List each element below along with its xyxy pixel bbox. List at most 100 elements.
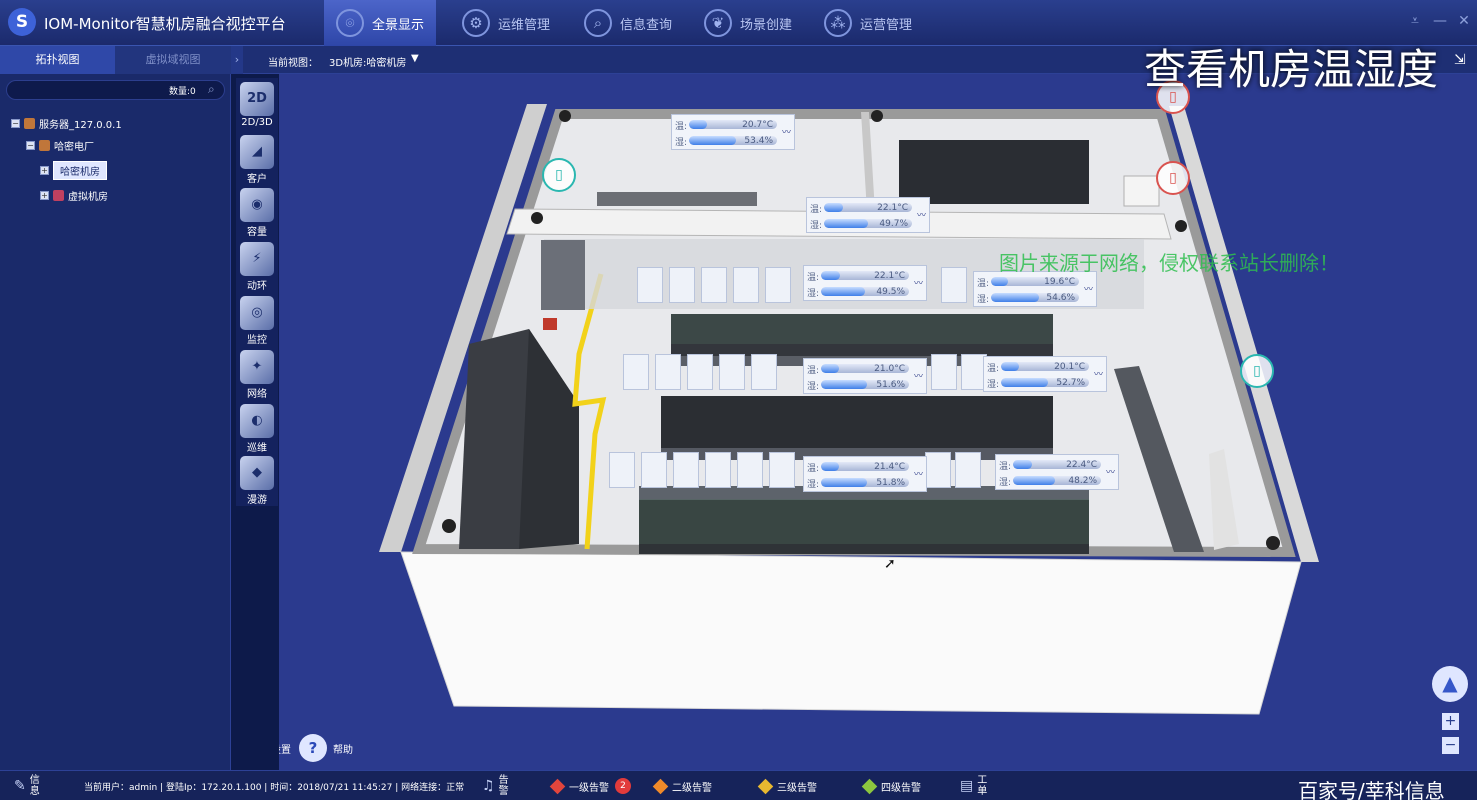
- sensor-stub[interactable]: [669, 267, 695, 303]
- tree-node-hami-room[interactable]: + 哈密机房: [40, 160, 107, 180]
- roam-button[interactable]: ◆ 漫游: [236, 454, 278, 506]
- sensor-stub[interactable]: [673, 452, 699, 488]
- sensor-stub[interactable]: [931, 354, 957, 390]
- tree-node-power-plant[interactable]: − 哈密电厂: [26, 136, 94, 154]
- customer-button[interactable]: ◢ 客户: [236, 133, 278, 185]
- sensor-stub[interactable]: [941, 267, 967, 303]
- door-icon[interactable]: ▯: [1240, 354, 1274, 388]
- close-icon[interactable]: ✕: [1455, 12, 1473, 30]
- sensor-stub[interactable]: [701, 267, 727, 303]
- trend-chart-icon[interactable]: 〰: [1106, 465, 1116, 478]
- temp-label: 温:: [807, 366, 820, 376]
- info-button[interactable]: ✎ 信息: [14, 771, 40, 800]
- hum-label: 湿:: [807, 382, 820, 392]
- sidebar: 拓扑视图 虚拟域视图 数量:0 ⌕ − 服务器_127.0.0.1 − 哈密电厂…: [0, 46, 231, 770]
- tab-topology[interactable]: 拓扑视图: [0, 46, 115, 74]
- alarm-level-4[interactable]: 四级告警: [861, 771, 921, 800]
- tab-virtual-domain[interactable]: 虚拟域视图: [115, 46, 231, 74]
- sensor-stub[interactable]: [623, 354, 649, 390]
- sensor-stub[interactable]: [655, 354, 681, 390]
- hum-value: 52.7%: [1056, 378, 1085, 387]
- hum-bar: [821, 287, 865, 296]
- help-button[interactable]: ? 帮助: [299, 734, 353, 762]
- trend-chart-icon[interactable]: 〰: [1084, 282, 1094, 295]
- sensor-stub[interactable]: [705, 452, 731, 488]
- current-view-value[interactable]: 3D机房:哈密机房: [329, 54, 406, 69]
- tree-node-virtual-room[interactable]: + 虚拟机房: [40, 186, 108, 204]
- alarm-button[interactable]: ♫ 告警: [482, 771, 509, 800]
- trend-chart-icon[interactable]: 〰: [914, 276, 924, 289]
- sensor-stub[interactable]: [733, 267, 759, 303]
- trend-chart-icon[interactable]: 〰: [914, 369, 924, 382]
- trend-chart-icon[interactable]: 〰: [782, 125, 792, 138]
- temp-bar: [821, 364, 840, 373]
- alarm-level-3[interactable]: 三级告警: [757, 771, 817, 800]
- scene-3d-viewport[interactable]: 温: 20.7°C 湿: 53.4% 〰 温: 22.1°C 湿: 49.7% 〰 温:…: [279, 74, 1477, 770]
- expand-icon[interactable]: +: [40, 165, 49, 175]
- collapse-icon[interactable]: −: [11, 118, 20, 128]
- alarm-level-1[interactable]: 一级告警 2: [549, 771, 631, 800]
- vertical-toolbar: 2D 2D/3D ◢ 客户 ◉ 容量 ⚡ 动环 ◎ 监控 ✦ 网络 ◐ 巡维 ◆: [236, 78, 278, 506]
- environment-button[interactable]: ⚡ 动环: [236, 240, 278, 292]
- trend-chart-icon[interactable]: 〰: [914, 467, 924, 480]
- sensor-stub[interactable]: [955, 452, 981, 488]
- search-input[interactable]: [15, 83, 155, 98]
- work-order-button[interactable]: ▤ 工单: [960, 771, 987, 800]
- sensor-popup[interactable]: 温: 21.4°C 湿: 51.8% 〰: [803, 456, 927, 492]
- temp-bar: [991, 277, 1008, 286]
- monitor-button[interactable]: ◎ 监控: [236, 294, 278, 346]
- temp-bar: [821, 271, 841, 280]
- door-icon[interactable]: ▯: [1156, 161, 1190, 195]
- sensor-popup[interactable]: 温: 20.7°C 湿: 53.4% 〰: [671, 114, 795, 150]
- sensor-stub[interactable]: [737, 452, 763, 488]
- collapse-sidebar-icon[interactable]: ›: [231, 46, 243, 74]
- capacity-button[interactable]: ◉ 容量: [236, 186, 278, 238]
- sensor-popup[interactable]: 温: 22.1°C 湿: 49.7% 〰: [806, 197, 930, 233]
- minimize-icon[interactable]: —: [1431, 12, 1449, 30]
- fullscreen-icon[interactable]: ⇲: [1454, 52, 1466, 68]
- sensor-stub[interactable]: [637, 267, 663, 303]
- sensor-stub[interactable]: [719, 354, 745, 390]
- zoom-out-button[interactable]: −: [1442, 737, 1459, 754]
- sensor-stub[interactable]: [609, 452, 635, 488]
- dropdown-window-icon[interactable]: ⩡: [1406, 12, 1424, 30]
- nav-business[interactable]: ⁂ 运营管理: [812, 0, 924, 46]
- temp-value: 19.6°C: [1044, 277, 1075, 286]
- sensor-popup[interactable]: 温: 19.6°C 湿: 54.6% 〰: [973, 271, 1097, 307]
- search-icon[interactable]: ⌕: [208, 82, 215, 97]
- nav-operations[interactable]: ⚙ 运维管理: [450, 0, 562, 46]
- sensor-popup[interactable]: 温: 21.0°C 湿: 51.6% 〰: [803, 358, 927, 394]
- hum-label: 湿:: [807, 289, 820, 299]
- sensor-stub[interactable]: [687, 354, 713, 390]
- nav-panorama[interactable]: ⌾ 全景显示: [324, 0, 437, 46]
- watermark-text: 图片来源于网络，侵权联系站长删除！: [999, 251, 1339, 275]
- trend-chart-icon[interactable]: 〰: [1094, 367, 1104, 380]
- sensor-stub[interactable]: [769, 452, 795, 488]
- maintenance-button[interactable]: ◐ 巡维: [236, 402, 278, 454]
- settings-button[interactable]: ⚙ 设置: [279, 734, 291, 762]
- sensor-popup[interactable]: 温: 22.4°C 湿: 48.2% 〰: [995, 454, 1119, 490]
- expand-icon[interactable]: +: [40, 190, 49, 200]
- sensor-stub[interactable]: [641, 452, 667, 488]
- tree-node-server[interactable]: − 服务器_127.0.0.1: [11, 114, 122, 132]
- nav-label: 信息查询: [620, 17, 673, 33]
- alarm-level-2[interactable]: 二级告警: [652, 771, 712, 800]
- hum-value: 54.6%: [1046, 293, 1075, 302]
- zoom-in-button[interactable]: +: [1442, 713, 1459, 730]
- sensor-stub[interactable]: [925, 452, 951, 488]
- sensor-stub[interactable]: [765, 267, 791, 303]
- nav-scene-create[interactable]: ❦ 场景创建: [692, 0, 804, 46]
- sensor-popup[interactable]: 温: 22.1°C 湿: 49.5% 〰: [803, 265, 927, 301]
- chevron-down-icon[interactable]: ▼: [411, 53, 419, 64]
- toggle-2d-3d-button[interactable]: 2D 2D/3D: [236, 80, 278, 132]
- sensor-popup[interactable]: 温: 20.1°C 湿: 52.7% 〰: [983, 356, 1107, 392]
- trend-chart-icon[interactable]: 〰: [917, 208, 927, 221]
- nav-query[interactable]: ⌕ 信息查询: [572, 0, 684, 46]
- compass-icon[interactable]: ▲: [1432, 666, 1468, 702]
- sensor-stub[interactable]: [751, 354, 777, 390]
- hum-bar: [991, 293, 1040, 302]
- network-button[interactable]: ✦ 网络: [236, 348, 278, 400]
- door-icon[interactable]: ▯: [542, 158, 576, 192]
- collapse-icon[interactable]: −: [26, 140, 35, 150]
- mouse-cursor-icon: ➚: [884, 556, 896, 572]
